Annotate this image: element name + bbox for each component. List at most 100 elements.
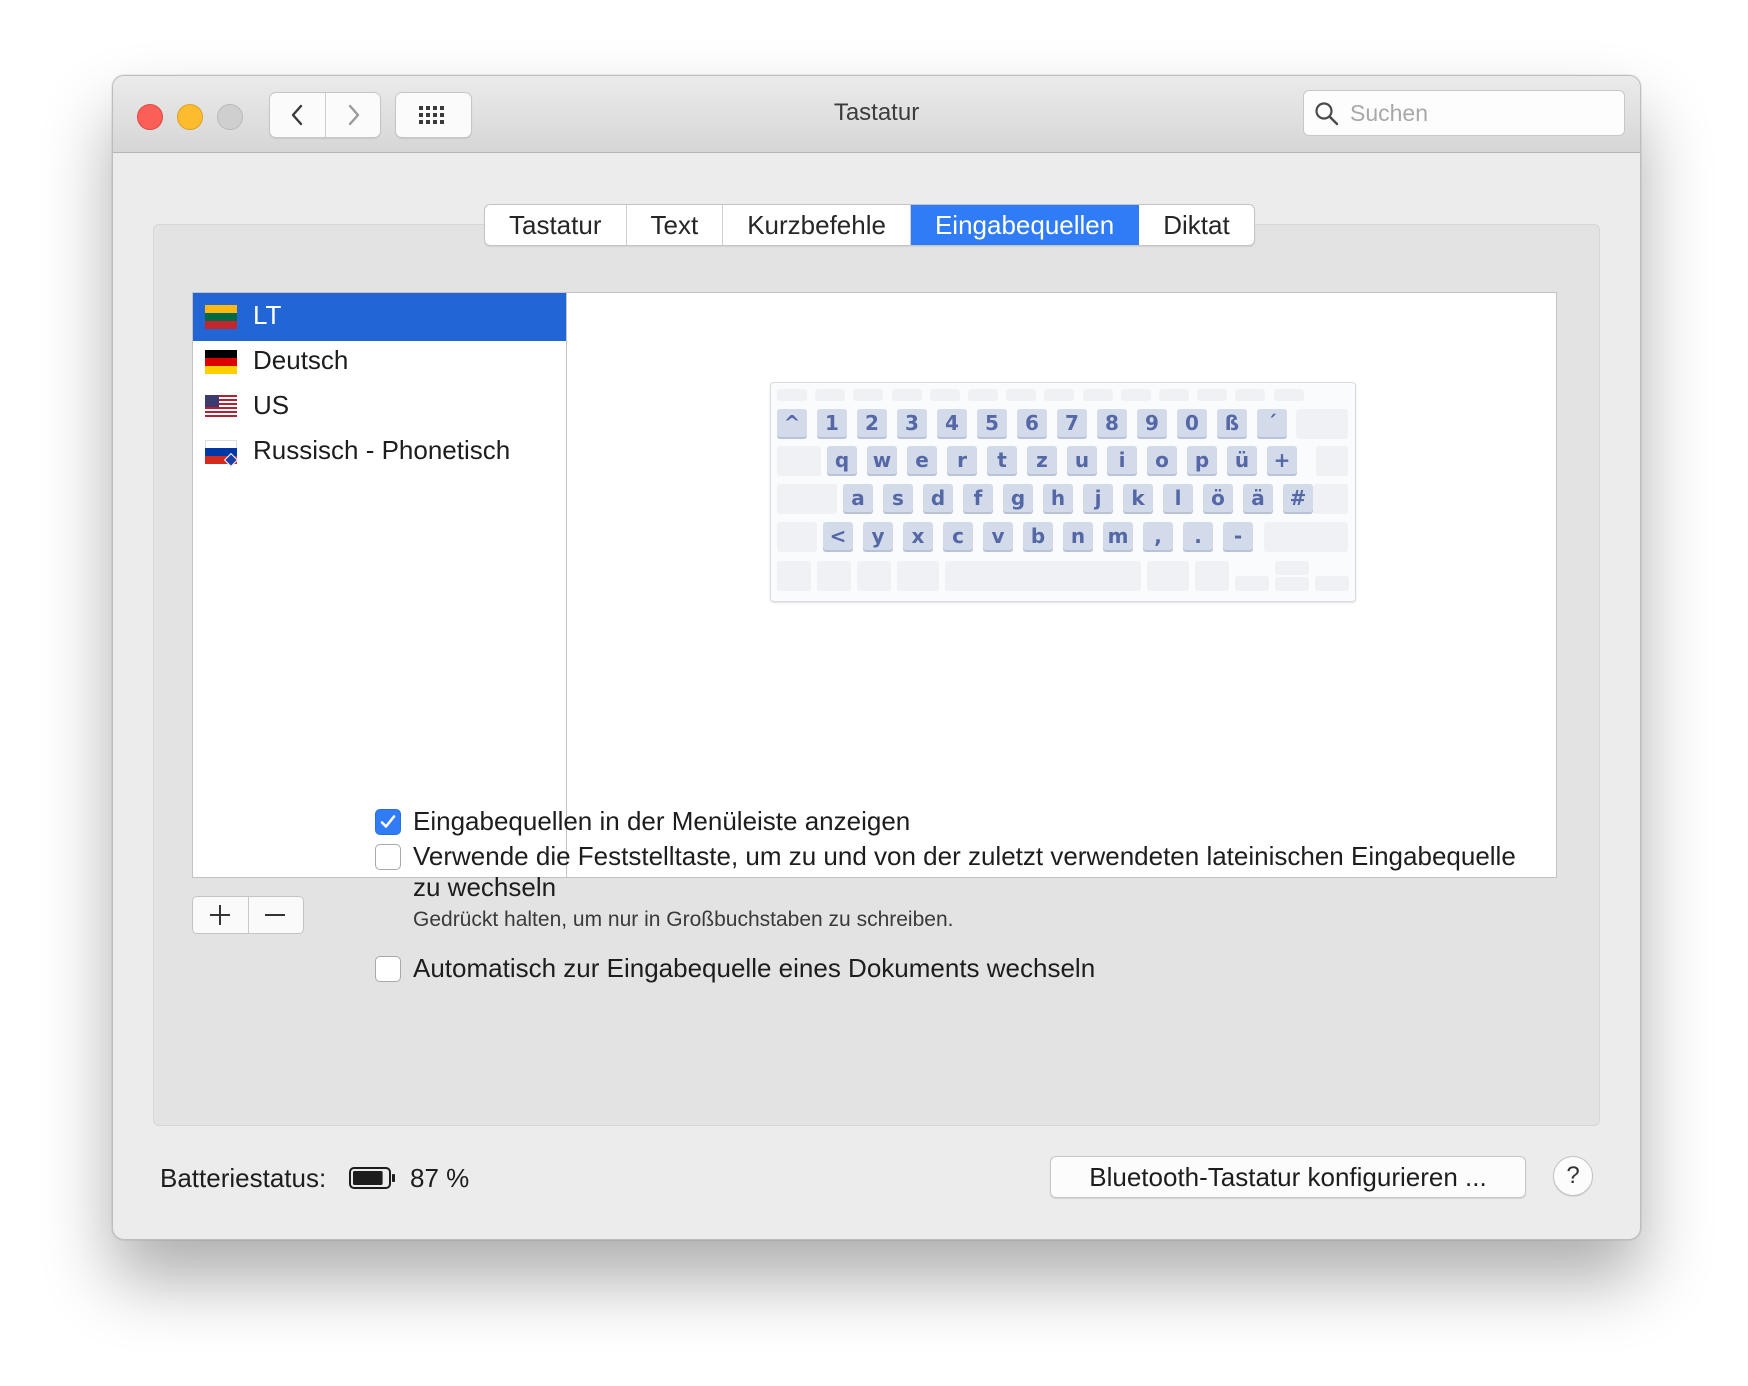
key-2-10: p: [1187, 446, 1217, 474]
key-4-4: c: [943, 522, 973, 550]
blank-key: [815, 389, 846, 401]
tab-diktat[interactable]: Diktat: [1139, 205, 1253, 245]
battery-percentage: 87 %: [410, 1163, 470, 1193]
blank-key: [945, 561, 1141, 591]
blank-key: [897, 561, 939, 591]
blank-key: [1264, 522, 1348, 552]
blank-key: [1296, 409, 1348, 439]
key-4-9: ,: [1143, 522, 1173, 550]
key-2-9: o: [1147, 446, 1177, 474]
blank-key: [1120, 389, 1151, 401]
blank-key: [777, 389, 807, 401]
key-3-1: a: [843, 484, 873, 512]
key-4-6: b: [1023, 522, 1053, 550]
key-4-3: x: [903, 522, 933, 550]
capslock-switch-label-continued: zu wechseln: [413, 872, 557, 902]
capslock-switch-label: Verwende die Feststelltaste, um zu und v…: [413, 841, 1516, 871]
key-4-7: n: [1063, 522, 1093, 550]
input-source-item-us[interactable]: US: [193, 383, 567, 431]
key-1-7: 6: [1017, 409, 1047, 437]
key-1-2: 1: [817, 409, 847, 437]
key-1-13: ´: [1257, 409, 1287, 437]
blank-key: [1082, 389, 1113, 401]
blank-key: [1313, 484, 1348, 514]
input-source-item-russisch-phonetisch[interactable]: Russisch - Phonetisch: [193, 428, 567, 476]
key-3-3: d: [923, 484, 953, 512]
key-3-6: h: [1043, 484, 1073, 512]
key-1-8: 7: [1057, 409, 1087, 437]
tab-kurzbefehle[interactable]: Kurzbefehle: [723, 205, 911, 245]
capslock-switch-checkbox[interactable]: [375, 844, 401, 870]
key-3-4: f: [963, 484, 993, 512]
bluetooth-keyboard-setup-button[interactable]: Bluetooth-Tastatur konfigurieren ...: [1050, 1156, 1526, 1198]
search-field[interactable]: Suchen: [1303, 90, 1625, 136]
key-1-6: 5: [977, 409, 1007, 437]
key-4-2: y: [863, 522, 893, 550]
key-4-11: -: [1223, 522, 1253, 550]
key-1-4: 3: [897, 409, 927, 437]
tab-text[interactable]: Text: [627, 205, 724, 245]
input-source-label: LT: [253, 300, 282, 330]
input-source-list: LT Deutsch US Russisch - Phonetisch: [192, 292, 568, 878]
titlebar: Tastatur Suchen: [113, 76, 1640, 153]
blank-key: [1315, 576, 1349, 591]
blank-key: [853, 389, 884, 401]
show-in-menubar-checkbox[interactable]: [375, 809, 401, 835]
key-1-9: 8: [1097, 409, 1127, 437]
key-1-1: ^: [777, 409, 807, 437]
key-1-3: 2: [857, 409, 887, 437]
search-icon: [1315, 102, 1339, 126]
plus-icon: [210, 905, 230, 925]
key-2-6: z: [1027, 446, 1057, 474]
blank-key: [1159, 389, 1189, 401]
auto-switch-checkbox[interactable]: [375, 956, 401, 982]
key-2-5: t: [987, 446, 1017, 474]
blank-key: [1044, 389, 1075, 401]
blank-key: [1273, 389, 1304, 401]
show-in-menubar-label: Eingabequellen in der Menüleiste anzeige…: [413, 806, 911, 836]
key-2-7: u: [1067, 446, 1097, 474]
key-4-8: m: [1103, 522, 1133, 550]
key-1-11: 0: [1177, 409, 1207, 437]
blank-key: [1006, 389, 1037, 401]
input-source-label: Russisch - Phonetisch: [253, 435, 511, 465]
minus-icon: [265, 914, 285, 916]
auto-switch-label: Automatisch zur Eingabequelle eines Doku…: [413, 953, 1096, 983]
russia-flag-icon: [205, 440, 239, 468]
blank-key: [777, 446, 821, 476]
input-source-label: Deutsch: [253, 345, 349, 375]
blank-key: [968, 389, 998, 401]
key-3-12: #: [1283, 484, 1313, 512]
search-placeholder: Suchen: [1350, 100, 1429, 126]
blank-key: [891, 389, 922, 401]
key-2-3: e: [907, 446, 937, 474]
add-input-source-button[interactable]: [193, 897, 249, 933]
blank-key: [857, 561, 891, 591]
key-2-11: ü: [1227, 446, 1257, 474]
blank-key: [1235, 389, 1266, 401]
key-3-2: s: [883, 484, 913, 512]
key-1-12: ß: [1217, 409, 1247, 437]
tab-eingabequellen[interactable]: Eingabequellen: [910, 205, 1140, 245]
key-3-7: j: [1083, 484, 1113, 512]
key-2-1: q: [827, 446, 857, 474]
tab-tastatur[interactable]: Tastatur: [485, 205, 627, 245]
input-source-item-deutsch[interactable]: Deutsch: [193, 338, 567, 386]
key-2-8: i: [1107, 446, 1137, 474]
checkmark-icon: [380, 815, 396, 828]
capslock-hint: Gedrückt halten, um nur in Großbuchstabe…: [413, 908, 954, 931]
key-1-5: 4: [937, 409, 967, 437]
input-source-item-lt[interactable]: LT: [193, 293, 567, 341]
battery-icon: [349, 1167, 395, 1189]
key-3-9: l: [1163, 484, 1193, 512]
blank-key: [777, 484, 837, 514]
help-button[interactable]: ?: [1553, 1156, 1593, 1196]
lithuania-flag-icon: [205, 305, 237, 329]
blank-key: [1197, 389, 1228, 401]
keyboard-layout-preview: ^ 1 2 3 4 5 6 7 8 9 0 ß ´ q w e r t z u i o p ü + a s d f g h j k l ö ä # < y x…: [770, 382, 1356, 602]
blank-key: [929, 389, 960, 401]
germany-flag-icon: [205, 350, 237, 374]
remove-input-source-button[interactable]: [248, 897, 303, 933]
key-3-11: ä: [1243, 484, 1273, 512]
blank-key: [1147, 561, 1189, 591]
